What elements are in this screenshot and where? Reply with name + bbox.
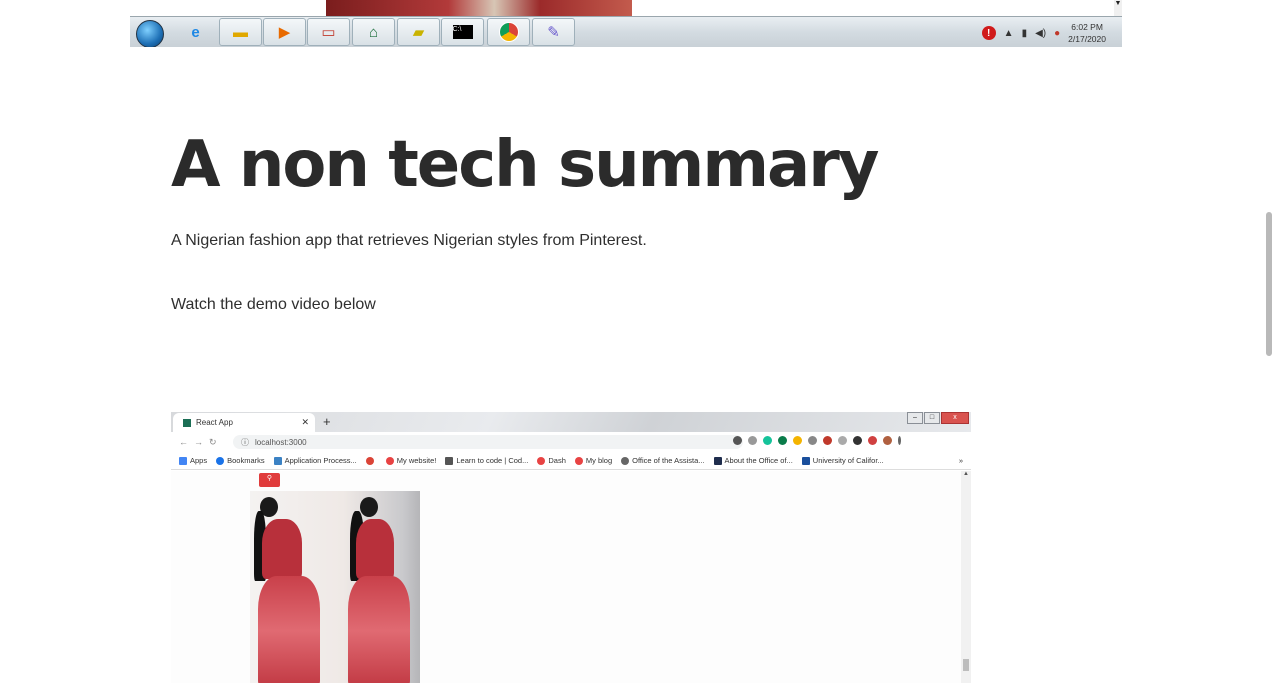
extension-icons: [733, 436, 901, 445]
grid-icon: [853, 436, 862, 445]
internet-explorer-icon: e: [191, 23, 200, 41]
face-icon: [838, 436, 847, 445]
app-description: A Nigerian fashion app that retrieves Ni…: [171, 232, 647, 249]
flag-icon: [823, 436, 832, 445]
clock-date: 2/17/2020: [1068, 34, 1106, 44]
vimeo-icon: [808, 436, 817, 445]
new-tab-icon: +: [323, 414, 331, 429]
camera-icon: [733, 436, 742, 445]
clock-time: 6:02 PM: [1071, 22, 1103, 32]
bookmark-item: Apps: [179, 456, 207, 465]
bookmark-item: About the Office of...: [713, 456, 793, 465]
file-explorer-icon: ▬: [219, 18, 262, 46]
media-player-icon: ▶: [263, 18, 306, 46]
bookmark-item: Learn to code | Cod...: [445, 456, 528, 465]
scroll-thumb: [963, 659, 969, 671]
bookmark-item: [365, 456, 377, 465]
windows-taskbar: e ▬ ▶ ▭ ⌂ ▰ C:\ ✎ ! ▲ ▮ ◀) ● 6:02 PM 2/1…: [130, 16, 1122, 47]
demo-video[interactable]: React App ✕ + – □ x ←→↻ ⓘ localhost:3000: [171, 412, 971, 683]
more-bookmarks-icon: »: [958, 456, 963, 465]
volume-icon: ◀): [1035, 27, 1047, 39]
network-icon: ▮: [1021, 27, 1028, 39]
system-tray: ! ▲ ▮ ◀) ● 6:02 PM 2/17/2020: [981, 21, 1106, 45]
paint-icon: ✎: [532, 18, 575, 46]
figure-skirt: [258, 576, 320, 683]
scroll-up-icon: ▲: [963, 471, 969, 477]
extension-icon: [778, 436, 787, 445]
chevron-up-icon: ▲: [1003, 27, 1014, 39]
bookmark-item: Application Process...: [273, 456, 357, 465]
window-controls: – □ x: [907, 412, 969, 424]
avatar: [883, 436, 892, 445]
laptop-icon: ▭: [307, 18, 350, 46]
bookmark-item: My website!: [385, 456, 436, 465]
address-bar: ⓘ localhost:3000: [233, 435, 743, 449]
hp-icon: ⌂: [352, 18, 395, 46]
pinterest-badge-icon: ⚲: [259, 473, 280, 487]
bookmark-item: Bookmarks: [216, 456, 265, 465]
bookmark-item: University of Califor...: [801, 456, 884, 465]
menu-dots-icon: [898, 436, 901, 445]
sticky-notes-icon: ▰: [397, 18, 440, 46]
tab-title: React App: [196, 418, 233, 427]
scroll-down-arrow: ▼: [1114, 0, 1122, 16]
url-text: localhost:3000: [255, 437, 307, 447]
figure-skirt: [348, 576, 410, 683]
clock: 6:02 PM 2/17/2020: [1068, 21, 1106, 45]
figure-bodice: [262, 519, 302, 579]
maximize-icon: □: [924, 412, 940, 424]
start-orb-icon: [136, 20, 164, 47]
bookmark-item: Office of the Assista...: [621, 456, 705, 465]
address-bar-row: ←→↻ ⓘ localhost:3000: [171, 432, 971, 452]
page-scrollbar-thumb[interactable]: [1266, 212, 1272, 356]
alert-icon: !: [981, 26, 996, 40]
react-favicon-icon: [183, 418, 191, 427]
taskbar-screenshot: ▼ e ▬ ▶ ▭ ⌂ ▰ C:\ ✎ ! ▲ ▮ ◀) ● 6:02 PM 2…: [130, 0, 1122, 47]
info-icon: ⓘ: [241, 437, 249, 447]
tab-react-app: React App ✕: [173, 413, 315, 432]
photo-strip: [326, 0, 632, 17]
drive-icon: [793, 436, 802, 445]
security-icon: ●: [1054, 27, 1061, 39]
fashion-photo: [250, 491, 420, 683]
star-icon: [748, 436, 757, 445]
close-tab-icon: ✕: [301, 417, 309, 427]
demo-scrollbar: ▲: [961, 471, 971, 683]
block-icon: [868, 436, 877, 445]
chrome-icon: [487, 18, 530, 46]
demo-prompt: Watch the demo video below: [171, 296, 376, 313]
bookmarks-bar: Apps Bookmarks Application Process... My…: [171, 452, 971, 470]
browser-viewport: ⚲: [171, 471, 961, 683]
grammarly-icon: [763, 436, 772, 445]
nav-buttons-icon: ←→↻: [179, 437, 223, 447]
figure-bodice: [356, 519, 394, 579]
close-window-icon: x: [941, 412, 969, 424]
bookmark-item: My blog: [574, 456, 612, 465]
minimize-icon: –: [907, 412, 923, 424]
bookmark-item: Dash: [537, 456, 566, 465]
page-title: A non tech summary: [171, 128, 879, 202]
figure-head: [360, 497, 378, 517]
browser-tab-strip: React App ✕ + – □ x: [171, 412, 971, 432]
terminal-icon: C:\: [441, 18, 484, 46]
